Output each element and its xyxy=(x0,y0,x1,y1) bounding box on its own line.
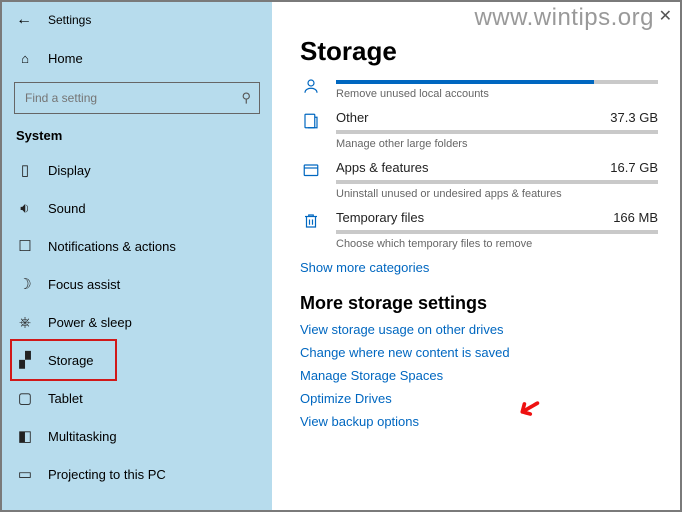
nav-label: Display xyxy=(48,163,91,178)
nav-label: Projecting to this PC xyxy=(48,467,166,482)
usage-bar xyxy=(336,130,658,134)
nav-display[interactable]: ▯ Display xyxy=(2,151,272,189)
home-nav[interactable]: ⌂ Home xyxy=(2,42,272,74)
nav-focus-assist[interactable]: ☽ Focus assist xyxy=(2,265,272,303)
tablet-icon: ▢ xyxy=(16,389,34,407)
nav-label: Storage xyxy=(48,353,94,368)
display-icon: ▯ xyxy=(16,161,34,179)
settings-window: ← Settings ⌂ Home ⚲ System ▯ Display 🔉︎ … xyxy=(0,0,682,512)
nav-tablet[interactable]: ▢ Tablet xyxy=(2,379,272,417)
category-sub: Manage other large folders xyxy=(336,138,658,150)
nav-notifications[interactable]: ☐ Notifications & actions xyxy=(2,227,272,265)
category-size: 16.7 GB xyxy=(610,160,658,175)
more-settings-heading: More storage settings xyxy=(300,293,658,314)
show-more-link[interactable]: Show more categories xyxy=(300,260,658,275)
nav-label: Power & sleep xyxy=(48,315,132,330)
search-field[interactable] xyxy=(23,90,217,106)
back-icon[interactable]: ← xyxy=(16,11,32,29)
category-size: 166 MB xyxy=(613,210,658,225)
close-icon[interactable]: ✕ xyxy=(659,6,672,26)
multitasking-icon: ◧ xyxy=(16,427,34,445)
category-name: Other xyxy=(336,110,369,125)
category-sub: Choose which temporary files to remove xyxy=(336,238,658,250)
page-title: Storage xyxy=(300,36,658,67)
home-icon: ⌂ xyxy=(16,51,34,66)
header-row: ← Settings xyxy=(2,2,272,38)
power-icon: ⎈ xyxy=(16,314,34,331)
notifications-icon: ☐ xyxy=(16,237,34,255)
search-input[interactable]: ⚲ xyxy=(14,82,260,114)
link-change-save-location[interactable]: Change where new content is saved xyxy=(300,345,658,360)
trash-icon xyxy=(300,210,322,250)
usage-bar xyxy=(336,80,658,84)
accounts-icon xyxy=(300,75,322,100)
projecting-icon: ▭ xyxy=(16,465,34,483)
category-name: Temporary files xyxy=(336,210,424,225)
category-name: Apps & features xyxy=(336,160,429,175)
nav-storage[interactable]: ▞ Storage xyxy=(2,341,272,379)
content-pane: ✕ www.wintips.org Storage Remove unused … xyxy=(272,2,680,510)
focus-assist-icon: ☽ xyxy=(16,275,34,293)
category-sub: Uninstall unused or undesired apps & fea… xyxy=(336,188,658,200)
apps-icon xyxy=(300,160,322,200)
category-size: 37.3 GB xyxy=(610,110,658,125)
link-optimize-drives[interactable]: Optimize Drives xyxy=(300,391,658,406)
home-label: Home xyxy=(48,51,83,66)
category-temp[interactable]: Temporary files 166 MB Choose which tempo… xyxy=(300,210,658,250)
sound-icon: 🔉︎ xyxy=(16,200,34,217)
category-sub: Remove unused local accounts xyxy=(336,88,658,100)
nav-label: Focus assist xyxy=(48,277,120,292)
watermark: www.wintips.org xyxy=(474,4,654,32)
nav-label: Notifications & actions xyxy=(48,239,176,254)
search-icon: ⚲ xyxy=(241,90,251,106)
storage-icon: ▞ xyxy=(16,351,34,369)
nav-label: Sound xyxy=(48,201,86,216)
nav-label: Multitasking xyxy=(48,429,117,444)
link-other-drives[interactable]: View storage usage on other drives xyxy=(300,322,658,337)
nav-power-sleep[interactable]: ⎈ Power & sleep xyxy=(2,303,272,341)
category-apps[interactable]: Apps & features 16.7 GB Uninstall unused … xyxy=(300,160,658,200)
nav-sound[interactable]: 🔉︎ Sound xyxy=(2,189,272,227)
usage-bar xyxy=(336,230,658,234)
nav-label: Tablet xyxy=(48,391,83,406)
category-other[interactable]: Other 37.3 GB Manage other large folders xyxy=(300,110,658,150)
section-header: System xyxy=(2,124,272,151)
link-storage-spaces[interactable]: Manage Storage Spaces xyxy=(300,368,658,383)
category-accounts[interactable]: Remove unused local accounts xyxy=(300,75,658,100)
other-icon xyxy=(300,110,322,150)
link-backup-options[interactable]: View backup options xyxy=(300,414,658,429)
nav-projecting[interactable]: ▭ Projecting to this PC xyxy=(2,455,272,493)
nav-multitasking[interactable]: ◧ Multitasking xyxy=(2,417,272,455)
sidebar: ← Settings ⌂ Home ⚲ System ▯ Display 🔉︎ … xyxy=(2,2,272,510)
usage-bar xyxy=(336,180,658,184)
window-title: Settings xyxy=(48,13,91,27)
